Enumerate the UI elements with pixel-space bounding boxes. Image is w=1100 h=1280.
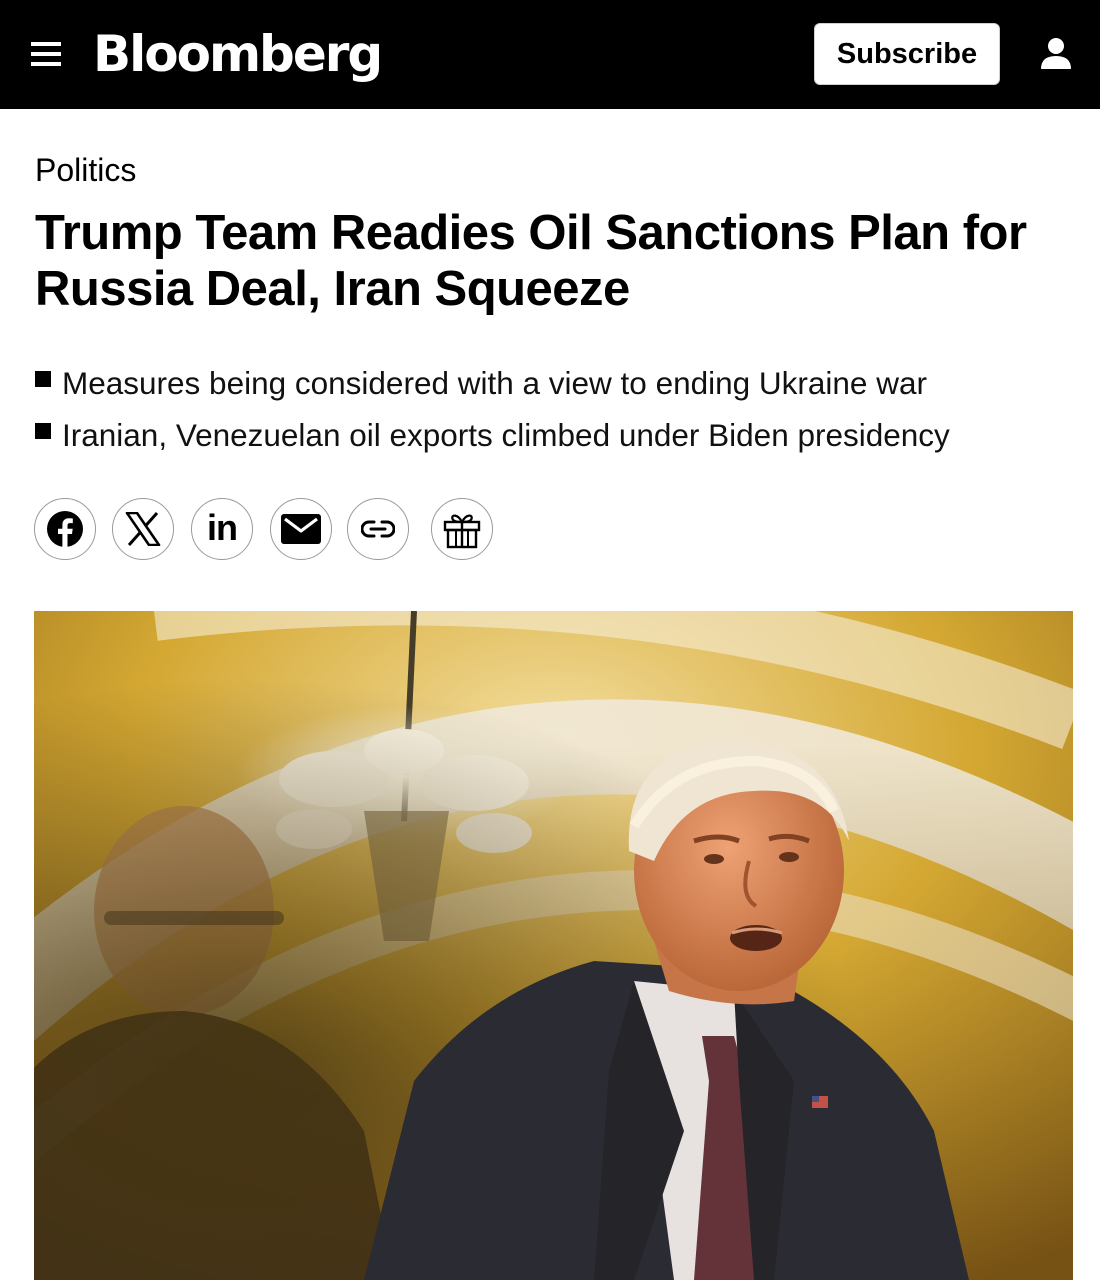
bullet-square-icon (35, 371, 51, 387)
share-linkedin-button[interactable]: in (191, 498, 253, 560)
facebook-icon (47, 511, 83, 547)
summary-bullet: Iranian, Venezuelan oil exports climbed … (35, 409, 1075, 461)
x-icon (125, 512, 161, 546)
bullet-square-icon (35, 423, 51, 439)
linkedin-icon: in (207, 507, 238, 548)
summary-bullet: Measures being considered with a view to… (35, 357, 1075, 409)
email-icon (281, 514, 321, 544)
share-x-button[interactable] (112, 498, 174, 560)
gift-icon (443, 514, 481, 549)
bloomberg-logo[interactable]: Bloomberg (93, 22, 383, 86)
user-account-icon[interactable] (1036, 36, 1076, 72)
article-headline: Trump Team Readies Oil Sanctions Plan fo… (35, 206, 1027, 316)
hero-photo-illustration (34, 611, 1073, 1280)
summary-bullets: Measures being considered with a view to… (35, 357, 1075, 461)
category-link[interactable]: Politics (35, 150, 136, 190)
top-nav-bar: Bloomberg Subscribe (0, 0, 1100, 109)
summary-bullet-text: Measures being considered with a view to… (62, 365, 927, 401)
summary-bullet-text: Iranian, Venezuelan oil exports climbed … (62, 417, 950, 453)
share-email-button[interactable] (270, 498, 332, 560)
hero-photo (34, 611, 1073, 1280)
hamburger-menu-icon[interactable] (31, 41, 61, 67)
link-icon (361, 520, 395, 538)
share-facebook-button[interactable] (34, 498, 96, 560)
subscribe-button[interactable]: Subscribe (814, 23, 1000, 85)
gift-article-button[interactable] (431, 498, 493, 560)
copy-link-button[interactable] (347, 498, 409, 560)
